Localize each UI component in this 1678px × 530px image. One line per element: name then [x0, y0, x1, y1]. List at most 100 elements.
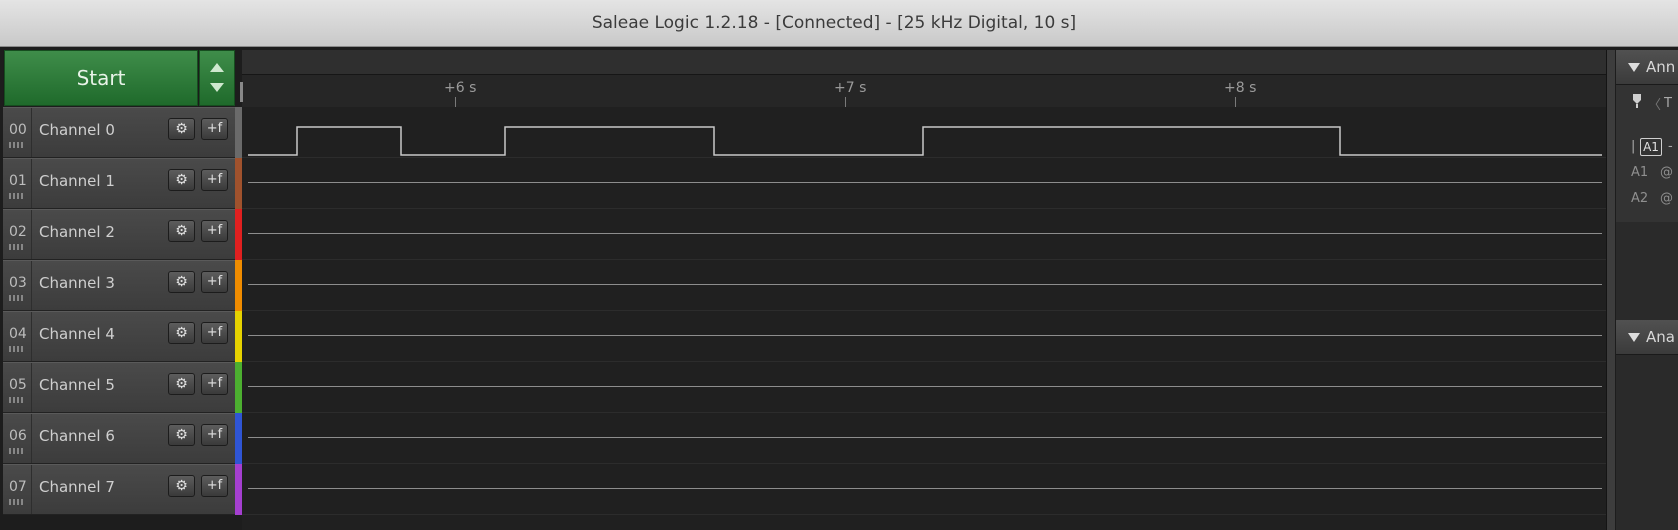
- grip-icon[interactable]: [9, 193, 25, 199]
- arrow-down-icon[interactable]: [210, 83, 224, 92]
- marker-row-at: @: [1660, 191, 1673, 206]
- channel-row[interactable]: 05 Channel 5 ⚙ +f: [3, 362, 235, 413]
- channel-name[interactable]: Channel 1: [39, 172, 115, 190]
- channel-row[interactable]: 07 Channel 7 ⚙ +f: [3, 464, 235, 515]
- channel-settings-button[interactable]: ⚙: [168, 220, 195, 242]
- start-options-stepper[interactable]: [199, 50, 235, 106]
- channel-index: 03: [9, 275, 27, 291]
- channel-index: 07: [9, 479, 27, 495]
- channel-settings-button[interactable]: ⚙: [168, 475, 195, 497]
- channel-trigger-button[interactable]: +f: [201, 271, 228, 293]
- channel-row[interactable]: 04 Channel 4 ⚙ +f: [3, 311, 235, 362]
- waveform-lane-4[interactable]: [242, 311, 1606, 362]
- waveform-lane-0[interactable]: [242, 107, 1606, 158]
- channel-row[interactable]: 01 Channel 1 ⚙ +f: [3, 158, 235, 209]
- channel-name[interactable]: Channel 6: [39, 427, 115, 445]
- grip-icon[interactable]: [9, 346, 25, 352]
- channel-index: 05: [9, 377, 27, 393]
- channel-trigger-button[interactable]: +f: [201, 220, 228, 242]
- channel-color-strip: [235, 311, 242, 362]
- channel-color-strip: [235, 464, 242, 515]
- channel-trigger-button[interactable]: +f: [201, 322, 228, 344]
- waveform-lane-3[interactable]: [242, 260, 1606, 311]
- channel-trigger-button[interactable]: +f: [201, 373, 228, 395]
- channel-name[interactable]: Channel 4: [39, 325, 115, 343]
- grip-icon[interactable]: [9, 499, 25, 505]
- marker-badge-a1[interactable]: A1: [1640, 138, 1662, 156]
- channel-drag-handle[interactable]: 03: [3, 261, 32, 310]
- grip-icon[interactable]: [9, 142, 25, 148]
- channel-index: 02: [9, 224, 27, 240]
- channel-drag-handle[interactable]: 02: [3, 210, 32, 259]
- channel-drag-handle[interactable]: 06: [3, 414, 32, 463]
- collapse-triangle-icon[interactable]: [1628, 333, 1640, 342]
- tick-label: +6 s: [444, 80, 477, 96]
- channel-row[interactable]: 00 Channel 0 ⚙ +f: [3, 107, 235, 158]
- timeline-ruler[interactable]: +6 s +7 s +8 s: [242, 75, 1606, 108]
- annotations-header-label: Ann: [1646, 58, 1676, 76]
- channel-name[interactable]: Channel 5: [39, 376, 115, 394]
- waveform-lane-5[interactable]: [242, 362, 1606, 413]
- gear-icon: ⚙: [175, 376, 188, 392]
- trigger-edge-icon: +f: [206, 427, 223, 442]
- grip-icon[interactable]: [9, 397, 25, 403]
- trigger-edge-icon: +f: [206, 121, 223, 136]
- channel-index: 00: [9, 122, 27, 138]
- waveform-panel[interactable]: [242, 107, 1606, 530]
- arrow-up-icon[interactable]: [210, 63, 224, 72]
- channel-row[interactable]: 03 Channel 3 ⚙ +f: [3, 260, 235, 311]
- gear-icon: ⚙: [175, 325, 188, 341]
- channel-name[interactable]: Channel 0: [39, 121, 115, 139]
- channel-drag-handle[interactable]: 07: [3, 465, 32, 514]
- tick-mark: [845, 97, 846, 107]
- channel-drag-handle[interactable]: 00: [3, 108, 32, 157]
- channel-trigger-button[interactable]: +f: [201, 118, 228, 140]
- waveform-lane-2[interactable]: [242, 209, 1606, 260]
- tick-label: +7 s: [834, 80, 867, 96]
- channel-settings-button[interactable]: ⚙: [168, 373, 195, 395]
- waveform-lane-6[interactable]: [242, 413, 1606, 464]
- waveform-lane-7[interactable]: [242, 464, 1606, 515]
- channel-row[interactable]: 06 Channel 6 ⚙ +f: [3, 413, 235, 464]
- start-button[interactable]: Start: [4, 50, 198, 106]
- grip-icon[interactable]: [9, 448, 25, 454]
- channel-trigger-button[interactable]: +f: [201, 475, 228, 497]
- channel-name[interactable]: Channel 7: [39, 478, 115, 496]
- channel-settings-button[interactable]: ⚙: [168, 424, 195, 446]
- gear-icon: ⚙: [175, 223, 188, 239]
- channel-name[interactable]: Channel 2: [39, 223, 115, 241]
- badge-dash: -: [1668, 139, 1673, 154]
- annotations-panel-header[interactable]: Ann: [1616, 50, 1678, 85]
- marker-row-name: A2: [1631, 191, 1649, 206]
- vertical-scrollbar[interactable]: [1606, 50, 1615, 530]
- collapse-triangle-icon[interactable]: [1628, 63, 1640, 72]
- waveform-header: [242, 50, 1606, 75]
- channel-trigger-button[interactable]: +f: [201, 169, 228, 191]
- analyzers-panel-header[interactable]: Ana: [1616, 320, 1678, 355]
- channel-row[interactable]: 02 Channel 2 ⚙ +f: [3, 209, 235, 260]
- channel-drag-handle[interactable]: 05: [3, 363, 32, 412]
- channel-settings-button[interactable]: ⚙: [168, 271, 195, 293]
- tick-mark: [1235, 97, 1236, 107]
- channel-index: 06: [9, 428, 27, 444]
- grip-icon[interactable]: [9, 295, 25, 301]
- gear-icon: ⚙: [175, 172, 188, 188]
- channel-drag-handle[interactable]: 01: [3, 159, 32, 208]
- channel-color-strip: [235, 107, 242, 158]
- channel-index: 01: [9, 173, 27, 189]
- channel-trigger-button[interactable]: +f: [201, 424, 228, 446]
- signal-line: [248, 437, 1602, 438]
- channel-drag-handle[interactable]: 04: [3, 312, 32, 361]
- waveform-lane-1[interactable]: [242, 158, 1606, 209]
- trigger-edge-icon: +f: [206, 325, 223, 340]
- channel-name[interactable]: Channel 3: [39, 274, 115, 292]
- trigger-edge-icon: +f: [206, 223, 223, 238]
- pin-icon[interactable]: [1631, 93, 1643, 109]
- signal-line: [248, 386, 1602, 387]
- channel-settings-button[interactable]: ⚙: [168, 118, 195, 140]
- channel-settings-button[interactable]: ⚙: [168, 169, 195, 191]
- channel-settings-button[interactable]: ⚙: [168, 322, 195, 344]
- marker-row-name: A1: [1631, 165, 1649, 180]
- grip-icon[interactable]: [9, 244, 25, 250]
- timeline-left-handle[interactable]: [240, 82, 243, 102]
